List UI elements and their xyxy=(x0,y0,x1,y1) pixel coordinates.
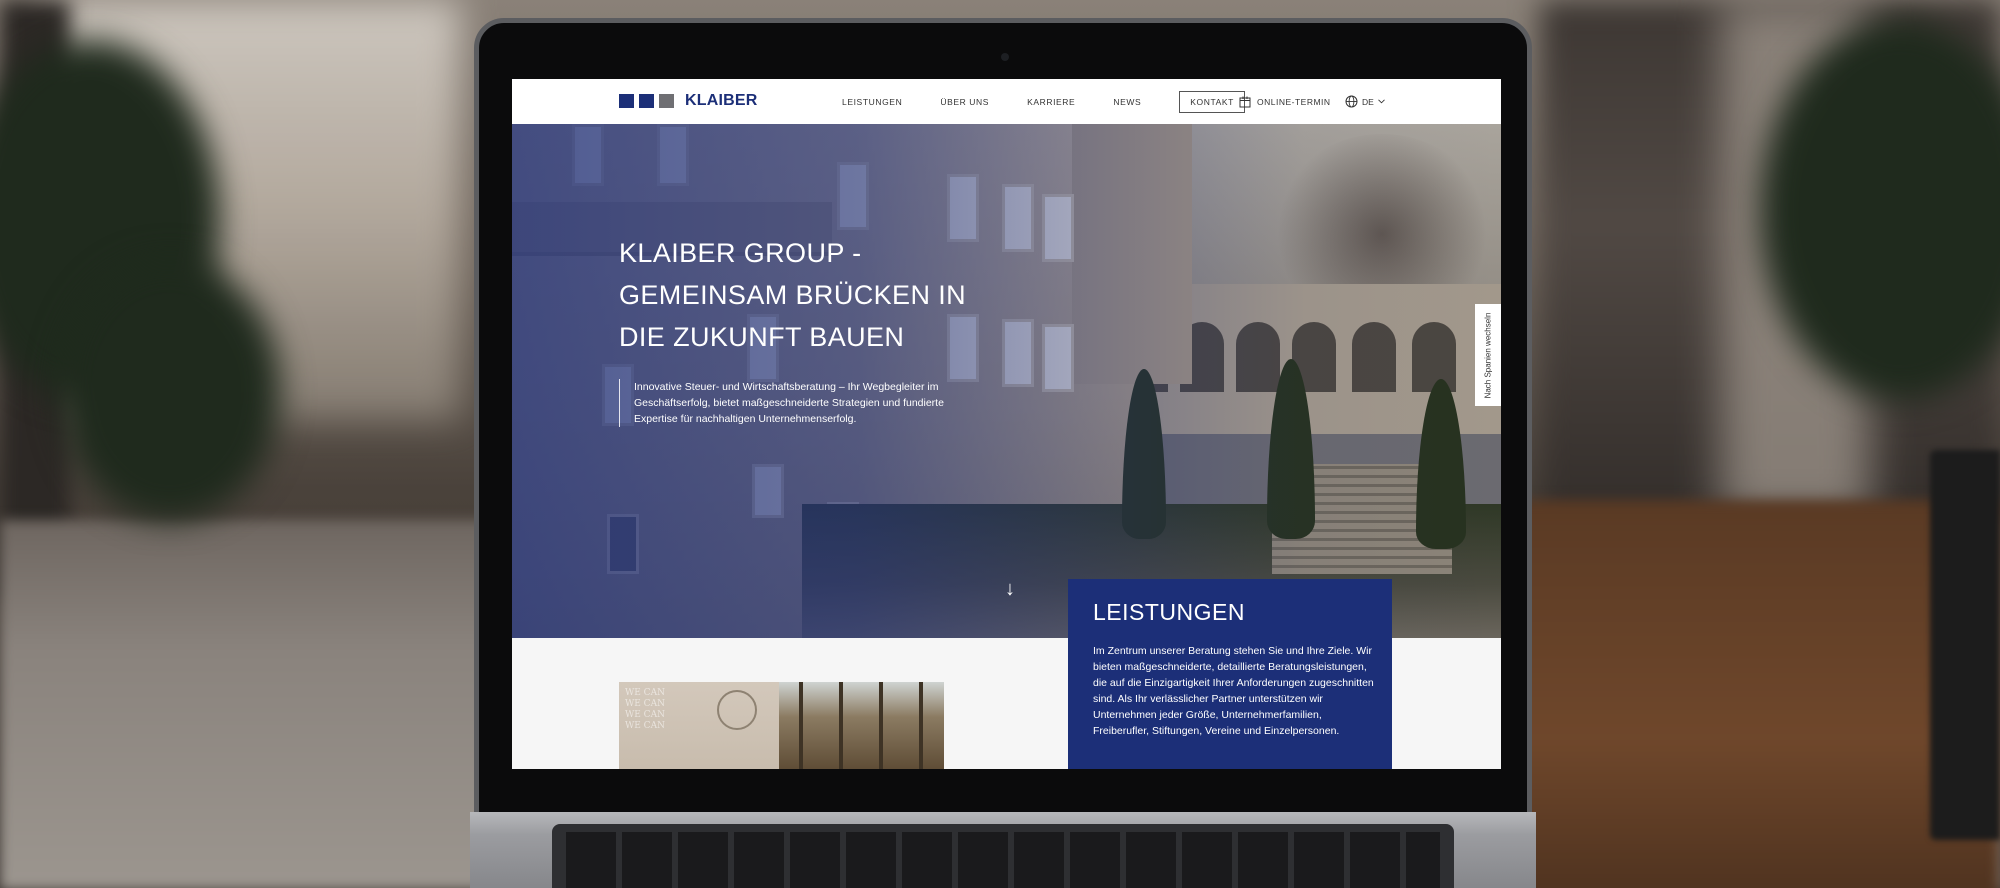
chevron-down-icon xyxy=(1377,99,1385,104)
logo-text: KLAIBER xyxy=(685,92,758,109)
nav-news[interactable]: NEWS xyxy=(1113,97,1141,107)
nav-kontakt-button[interactable]: KONTAKT xyxy=(1179,90,1245,113)
nav-ueber-uns[interactable]: ÜBER UNS xyxy=(940,97,989,107)
language-selector[interactable]: DE xyxy=(1345,79,1385,124)
nav-karriere[interactable]: KARRIERE xyxy=(1027,97,1075,107)
logo-square-2 xyxy=(639,94,654,108)
switch-country-label: Nach Spanien wechseln xyxy=(1483,312,1493,398)
hero-title: KLAIBER GROUP - GEMEINSAM BRÜCKEN IN DIE… xyxy=(619,238,967,352)
scroll-down-arrow-icon[interactable]: ↓ xyxy=(1005,579,1015,599)
office-photo-wall-text: WE CAN WE CAN WE CAN WE CAN xyxy=(625,688,665,731)
laptop-screen: KLAIBER LEISTUNGEN ÜBER UNS KARRIERE NEW… xyxy=(512,79,1501,769)
globe-icon xyxy=(1345,95,1358,108)
leistungen-heading: LEISTUNGEN xyxy=(1093,599,1245,625)
logo-square-3 xyxy=(659,94,674,108)
site-header: KLAIBER LEISTUNGEN ÜBER UNS KARRIERE NEW… xyxy=(512,79,1501,124)
hero-section: KLAIBER GROUP - GEMEINSAM BRÜCKEN IN DIE… xyxy=(512,124,1501,638)
logo-square-1 xyxy=(619,94,634,108)
online-termin-label: ONLINE-TERMIN xyxy=(1257,96,1331,107)
leistungen-card[interactable]: LEISTUNGEN Im Zentrum unserer Beratung s… xyxy=(1068,579,1392,769)
hero-subtitle: Innovative Steuer- und Wirtschaftsberatu… xyxy=(619,379,989,427)
main-nav: LEISTUNGEN ÜBER UNS KARRIERE NEWS KONTAK… xyxy=(842,79,1275,124)
online-termin-link[interactable]: ONLINE-TERMIN xyxy=(1239,79,1331,124)
keyboard-keys xyxy=(566,832,1440,888)
office-photo: WE CAN WE CAN WE CAN WE CAN xyxy=(619,682,944,769)
laptop-camera xyxy=(1001,53,1009,61)
calendar-icon xyxy=(1239,96,1251,107)
leistungen-text: Im Zentrum unserer Beratung stehen Sie u… xyxy=(1093,645,1374,737)
logo[interactable]: KLAIBER xyxy=(619,92,758,110)
switch-country-tab[interactable]: Nach Spanien wechseln xyxy=(1475,304,1501,406)
nav-leistungen[interactable]: LEISTUNGEN xyxy=(842,97,902,107)
language-label: DE xyxy=(1362,96,1374,107)
emblem-icon xyxy=(717,690,757,730)
